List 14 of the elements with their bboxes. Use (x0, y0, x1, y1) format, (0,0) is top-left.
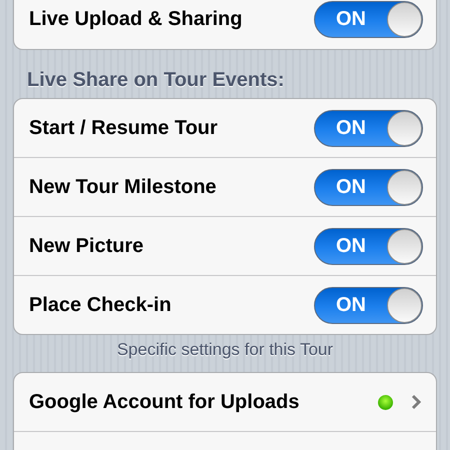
row-label: Google Account for Uploads (29, 390, 300, 414)
toggle-switch[interactable]: ON (314, 168, 423, 206)
row-label: New Tour Milestone (29, 176, 218, 198)
row-label: Place Check-in (29, 294, 172, 316)
toggle-switch[interactable]: ON (314, 228, 423, 264)
section-footer: Specific settings for this Tour (13, 335, 437, 372)
row-label: Live Upload & Sharing (29, 8, 244, 30)
toggle-switch[interactable]: ON (314, 110, 423, 146)
toggle-switch[interactable]: ON (314, 286, 423, 324)
row-label: Start / Resume Tour (29, 116, 219, 140)
chevron-icon (411, 394, 421, 410)
toggle-switch[interactable]: ON (314, 0, 423, 38)
section-header: Live Share on Tour Events: (26, 68, 286, 93)
row-label: New Picture (29, 234, 144, 258)
